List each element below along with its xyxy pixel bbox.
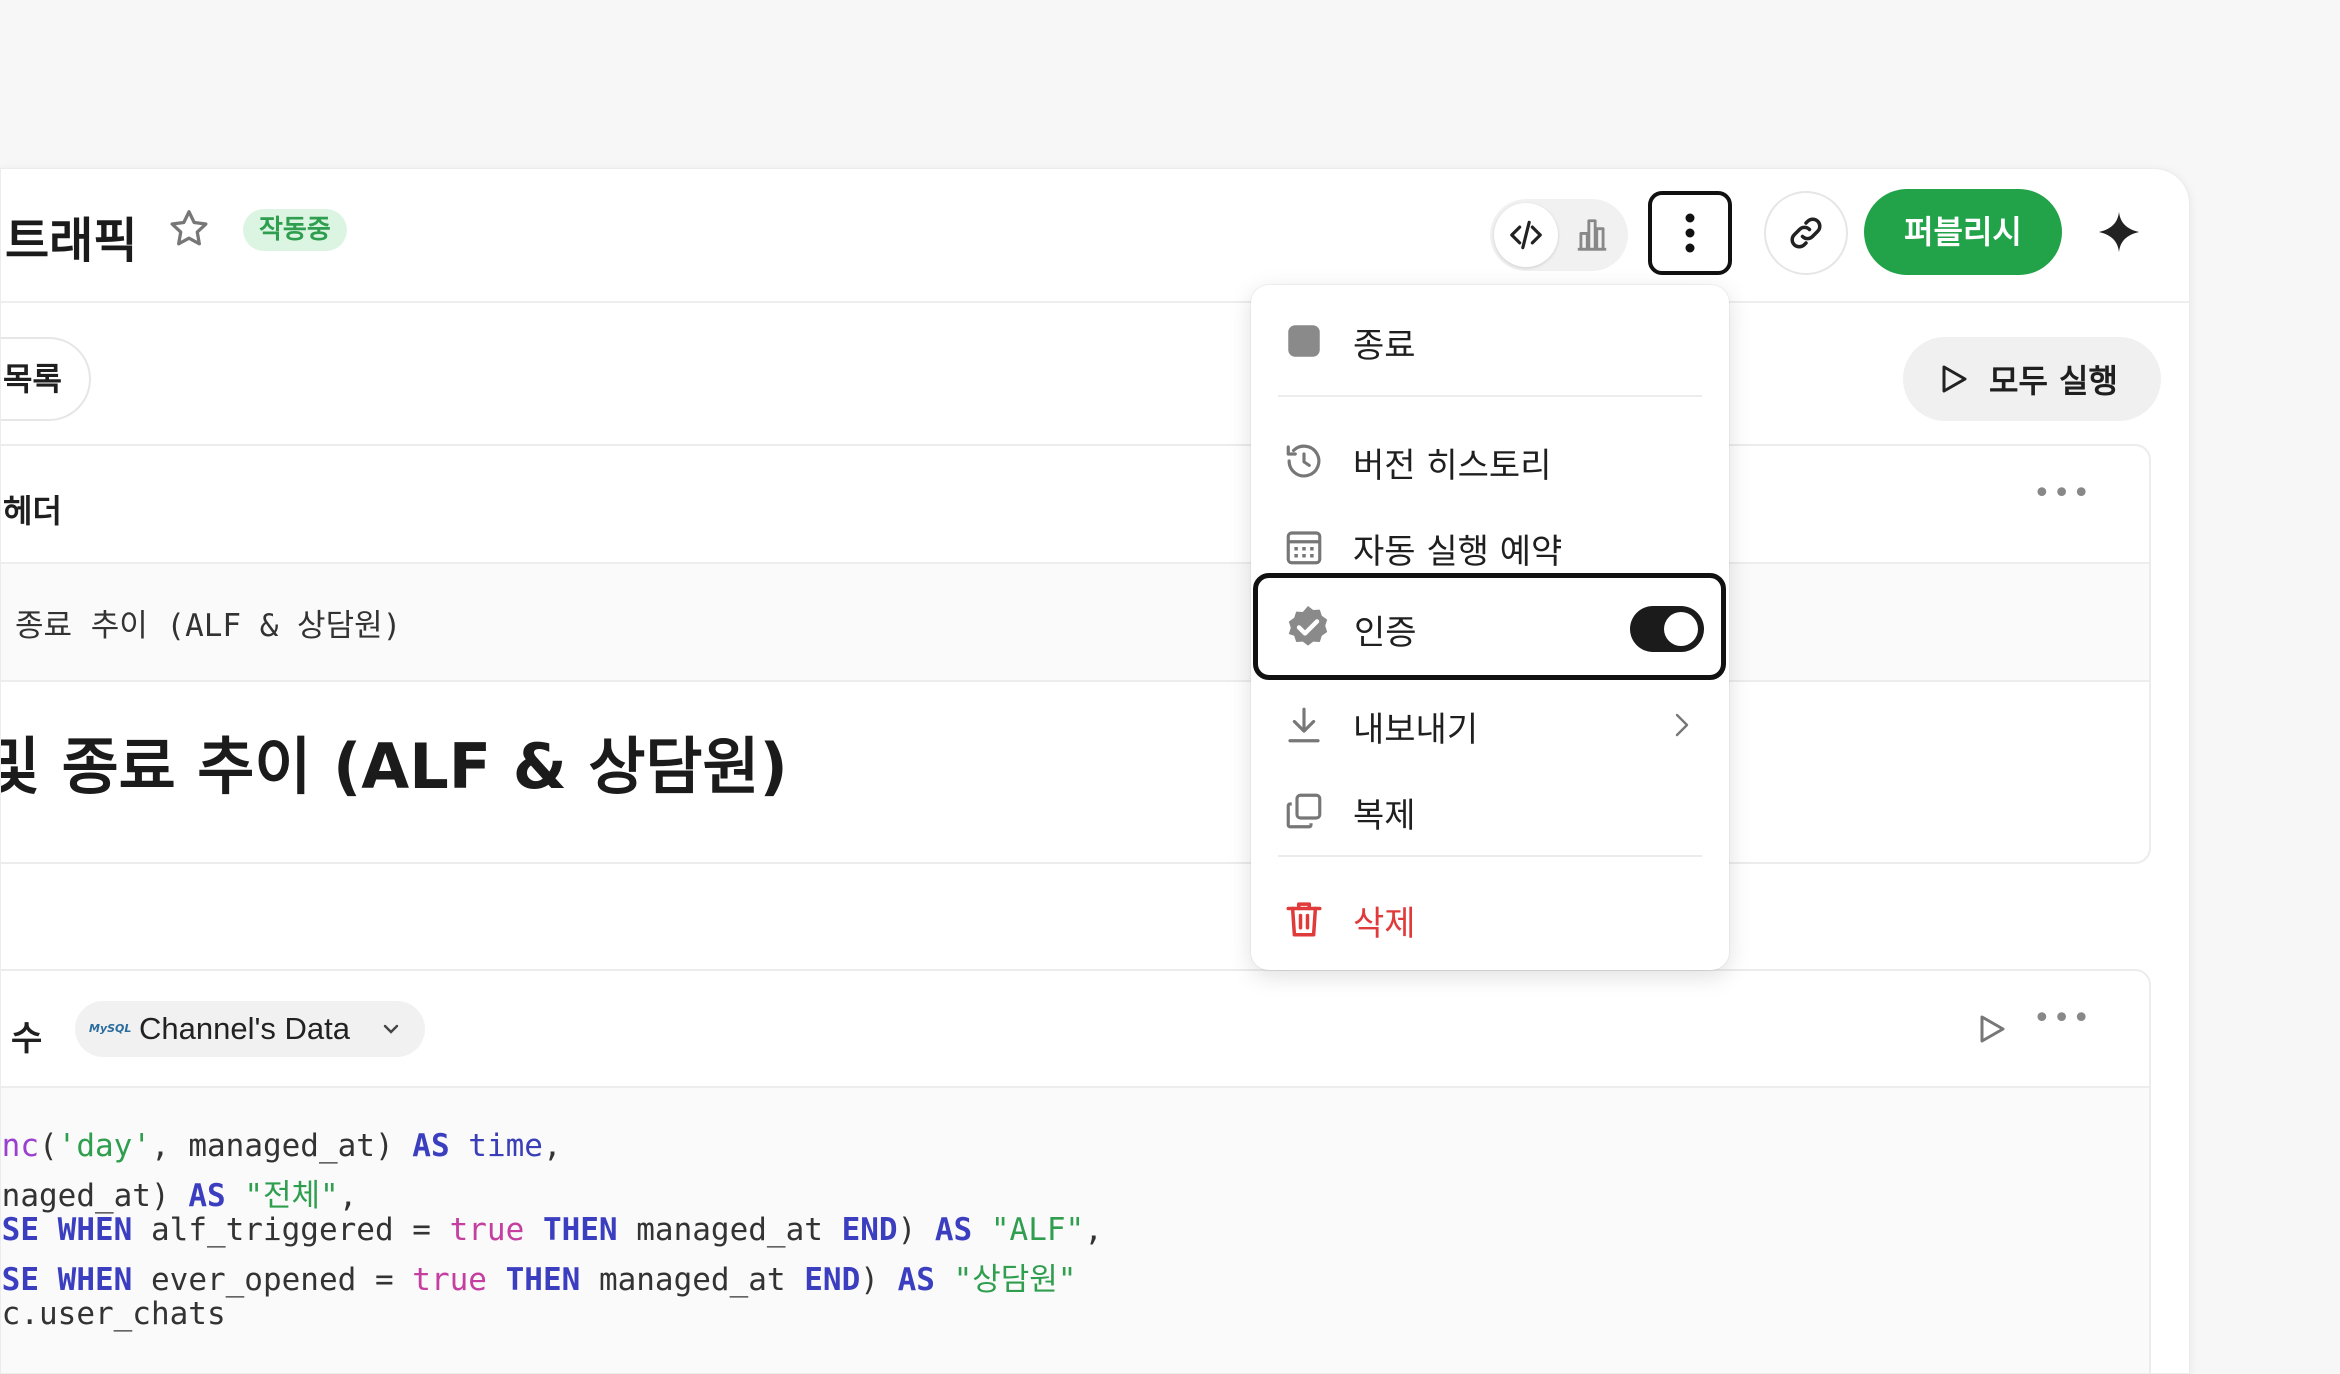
notebook-header: 트래픽 작동중 퍼블리시 bbox=[1, 169, 2189, 303]
menu-item-delete[interactable]: 삭제 bbox=[1251, 879, 1729, 957]
list-button[interactable]: 목록 bbox=[1, 337, 91, 421]
chevron-down-icon bbox=[383, 1024, 399, 1034]
datasource-name: Channel's Data bbox=[139, 1011, 350, 1046]
code-icon bbox=[1510, 220, 1542, 250]
options-menu: 종료 버전 히스토리 자동 실행 예약 인증 내보내기 복제 삭제 bbox=[1251, 285, 1729, 970]
play-icon bbox=[1942, 365, 1967, 393]
stop-icon bbox=[1288, 325, 1320, 357]
datasource-selector[interactable]: MySQL Channel's Data bbox=[75, 1001, 425, 1057]
view-toggle bbox=[1490, 199, 1628, 271]
text-cell[interactable]: 헤더 ••• 종료 추이 (ALF & 상담원) 및 종료 추이 (ALF & … bbox=[0, 444, 2151, 864]
menu-item-duplicate[interactable]: 복제 bbox=[1251, 771, 1729, 849]
code-line: c.user_chats bbox=[0, 1296, 226, 1332]
menu-item-label: 자동 실행 예약 bbox=[1353, 532, 1563, 572]
sql-editor[interactable]: unc('day', managed_at) AS time, anaged_a… bbox=[0, 1088, 2149, 1373]
toggle-knob bbox=[1664, 612, 1698, 646]
page-title: 트래픽 bbox=[5, 213, 138, 269]
cell-label: 수 bbox=[11, 1019, 43, 1059]
rendered-heading: 및 종료 추이 (ALF & 상담원) bbox=[0, 730, 788, 803]
trash-icon bbox=[1286, 902, 1322, 937]
status-badge: 작동중 bbox=[243, 209, 347, 251]
cell-header: 헤더 bbox=[3, 492, 62, 530]
menu-divider bbox=[1278, 855, 1702, 857]
more-options-button[interactable] bbox=[1648, 191, 1732, 275]
more-vertical-icon bbox=[1685, 213, 1695, 253]
star-icon[interactable] bbox=[166, 206, 212, 252]
history-icon bbox=[1286, 444, 1321, 478]
mysql-logo-icon: MySQL bbox=[89, 1022, 132, 1035]
menu-item-version-history[interactable]: 버전 히스토리 bbox=[1251, 421, 1729, 499]
run-all-label: 모두 실행 bbox=[1989, 362, 2118, 400]
verified-icon bbox=[1288, 606, 1328, 646]
menu-item-label: 삭제 bbox=[1353, 904, 1416, 944]
query-cell[interactable]: 수 MySQL Channel's Data ••• unc('day', ma… bbox=[0, 969, 2151, 1373]
menu-item-label: 버전 히스토리 bbox=[1353, 446, 1552, 486]
publish-button[interactable]: 퍼블리시 bbox=[1864, 189, 2062, 275]
verify-toggle[interactable] bbox=[1630, 606, 1704, 652]
markdown-source[interactable]: 종료 추이 (ALF & 상담원) bbox=[1, 564, 2149, 680]
link-icon bbox=[1790, 217, 1822, 249]
cell-more-icon[interactable]: ••• bbox=[2033, 476, 2092, 511]
code-view-button[interactable] bbox=[1494, 203, 1558, 267]
sparkle-icon[interactable] bbox=[2096, 209, 2142, 255]
chart-view-button[interactable] bbox=[1560, 203, 1624, 267]
run-cell-icon[interactable] bbox=[1973, 1011, 2009, 1047]
code-line: anaged_at) AS "전체", bbox=[0, 1178, 358, 1214]
code-line: unc('day', managed_at) AS time, bbox=[1, 1128, 562, 1164]
run-all-button[interactable]: 모두 실행 bbox=[1903, 337, 2161, 421]
cell-more-icon[interactable]: ••• bbox=[2033, 1001, 2092, 1036]
menu-item-label: 복제 bbox=[1353, 796, 1416, 836]
copy-link-button[interactable] bbox=[1764, 191, 1848, 275]
bar-chart-icon bbox=[1577, 219, 1607, 251]
menu-divider bbox=[1278, 395, 1702, 397]
chevron-right-icon bbox=[1675, 713, 1689, 737]
calendar-icon bbox=[1286, 531, 1322, 565]
menu-item-export[interactable]: 내보내기 bbox=[1251, 685, 1729, 763]
divider bbox=[1, 680, 2149, 682]
code-line: ASE WHEN ever_opened = true THEN managed… bbox=[1, 1262, 1077, 1298]
menu-item-verify[interactable]: 인증 bbox=[1253, 573, 1726, 680]
menu-item-label: 종료 bbox=[1353, 326, 1416, 366]
duplicate-icon bbox=[1286, 793, 1322, 829]
notebook-panel: 트래픽 작동중 퍼블리시 목록 모두 실행 헤더 ••• 종료 추이 (ALF … bbox=[0, 168, 2190, 1374]
menu-item-stop[interactable]: 종료 bbox=[1251, 301, 1729, 379]
code-line: ASE WHEN alf_triggered = true THEN manag… bbox=[1, 1212, 1103, 1248]
markdown-source-text: 종료 추이 (ALF & 상담원) bbox=[15, 608, 402, 644]
menu-item-label: 내보내기 bbox=[1353, 710, 1479, 750]
download-icon bbox=[1288, 707, 1320, 743]
menu-item-label: 인증 bbox=[1354, 613, 1417, 653]
